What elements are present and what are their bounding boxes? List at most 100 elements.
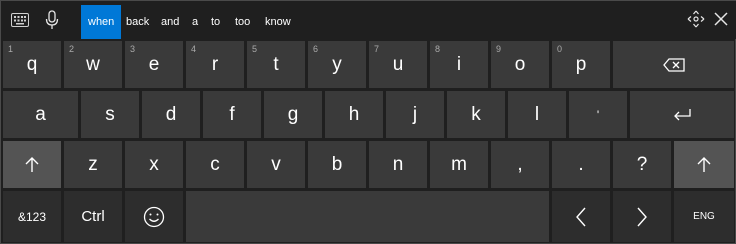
arrow-left-icon (576, 207, 586, 226)
key-s[interactable]: s (81, 91, 139, 138)
close-icon[interactable] (711, 9, 731, 29)
ctrl-key[interactable]: Ctrl (64, 191, 122, 242)
key-label: , (517, 153, 523, 175)
enter-key[interactable] (630, 91, 734, 138)
key-label: e (148, 53, 160, 75)
key-c[interactable]: c (186, 141, 244, 188)
key-number-hint: 6 (313, 44, 319, 54)
key-period[interactable]: . (552, 141, 610, 188)
key-u[interactable]: 7 u (369, 41, 427, 88)
key-label: b (331, 153, 343, 175)
key-b[interactable]: b (308, 141, 366, 188)
key-number-hint: 2 (69, 44, 75, 54)
touch-keyboard: when back and a to too know 1 q 2 w 3 e (0, 0, 736, 244)
key-label: r (211, 53, 219, 75)
emoji-key[interactable] (125, 191, 183, 242)
suggestion-item[interactable]: a (192, 5, 198, 39)
key-label: q (26, 53, 38, 75)
key-i[interactable]: 8 i (430, 41, 488, 88)
key-label: p (575, 53, 587, 75)
key-number-hint: 9 (496, 44, 502, 54)
key-n[interactable]: n (369, 141, 427, 188)
key-label: ? (636, 153, 648, 175)
key-label: ENG (693, 211, 715, 222)
language-key[interactable]: ENG (674, 191, 734, 242)
key-label: g (287, 103, 299, 125)
key-e[interactable]: 3 e (125, 41, 183, 88)
shift-key-left[interactable] (3, 141, 61, 188)
key-label: h (348, 103, 360, 125)
key-f[interactable]: f (203, 91, 261, 138)
key-number-hint: 4 (191, 44, 197, 54)
suggestion-item[interactable]: too (235, 5, 250, 39)
key-m[interactable]: m (430, 141, 488, 188)
right-arrow-key[interactable] (613, 191, 671, 242)
suggestion-bar: when back and a to too know (1, 1, 736, 39)
key-label: v (271, 153, 281, 175)
suggestion-item[interactable]: know (265, 5, 291, 39)
key-label: z (88, 153, 98, 175)
key-label: s (105, 103, 115, 125)
key-label: u (392, 53, 404, 75)
keyboard-icon[interactable] (9, 9, 31, 31)
key-apostrophe[interactable]: ' (569, 91, 627, 138)
left-arrow-key[interactable] (552, 191, 610, 242)
key-k[interactable]: k (447, 91, 505, 138)
key-label: k (471, 103, 481, 125)
key-label: o (514, 53, 526, 75)
key-label: i (456, 53, 462, 75)
key-label: l (534, 103, 540, 125)
arrow-right-icon (637, 207, 647, 226)
emoji-icon (143, 206, 165, 227)
key-a[interactable]: a (3, 91, 78, 138)
shift-icon (25, 156, 39, 172)
key-label: d (165, 103, 177, 125)
key-g[interactable]: g (264, 91, 322, 138)
key-q[interactable]: 1 q (3, 41, 61, 88)
symbols-key[interactable]: &123 (3, 191, 61, 242)
key-number-hint: 5 (252, 44, 258, 54)
key-y[interactable]: 6 y (308, 41, 366, 88)
key-d[interactable]: d (142, 91, 200, 138)
suggestion-item[interactable]: when (81, 5, 122, 39)
suggestion-item[interactable]: and (161, 5, 179, 39)
key-x[interactable]: x (125, 141, 183, 188)
key-label: a (35, 103, 46, 125)
key-label: x (149, 153, 159, 175)
key-w[interactable]: 2 w (64, 41, 122, 88)
enter-icon (674, 108, 691, 120)
key-number-hint: 3 (130, 44, 136, 54)
key-label: j (412, 103, 418, 125)
key-o[interactable]: 9 o (491, 41, 549, 88)
key-r[interactable]: 4 r (186, 41, 244, 88)
suggestion-item[interactable]: to (211, 5, 220, 39)
key-t[interactable]: 5 t (247, 41, 305, 88)
key-label: t (273, 53, 279, 75)
key-label: . (578, 153, 584, 175)
key-number-hint: 8 (435, 44, 441, 54)
key-question[interactable]: ? (613, 141, 671, 188)
key-label: y (332, 53, 342, 75)
key-j[interactable]: j (386, 91, 444, 138)
shift-key-right[interactable] (674, 141, 734, 188)
key-label: ' (596, 107, 600, 122)
backspace-key[interactable] (613, 41, 734, 88)
key-v[interactable]: v (247, 141, 305, 188)
key-label: w (86, 53, 100, 75)
key-l[interactable]: l (508, 91, 566, 138)
key-label: f (229, 103, 235, 125)
key-number-hint: 0 (557, 44, 563, 54)
key-label: n (392, 153, 404, 175)
microphone-icon[interactable] (41, 9, 63, 31)
key-p[interactable]: 0 p (552, 41, 610, 88)
key-h[interactable]: h (325, 91, 383, 138)
space-key[interactable] (186, 191, 549, 242)
key-number-hint: 7 (374, 44, 380, 54)
key-label: m (451, 153, 467, 175)
key-label: Ctrl (81, 208, 105, 225)
key-z[interactable]: z (64, 141, 122, 188)
suggestion-item[interactable]: back (126, 5, 149, 39)
key-comma[interactable]: , (491, 141, 549, 188)
key-number-hint: 1 (8, 44, 14, 54)
move-keyboard-icon[interactable] (687, 10, 705, 28)
